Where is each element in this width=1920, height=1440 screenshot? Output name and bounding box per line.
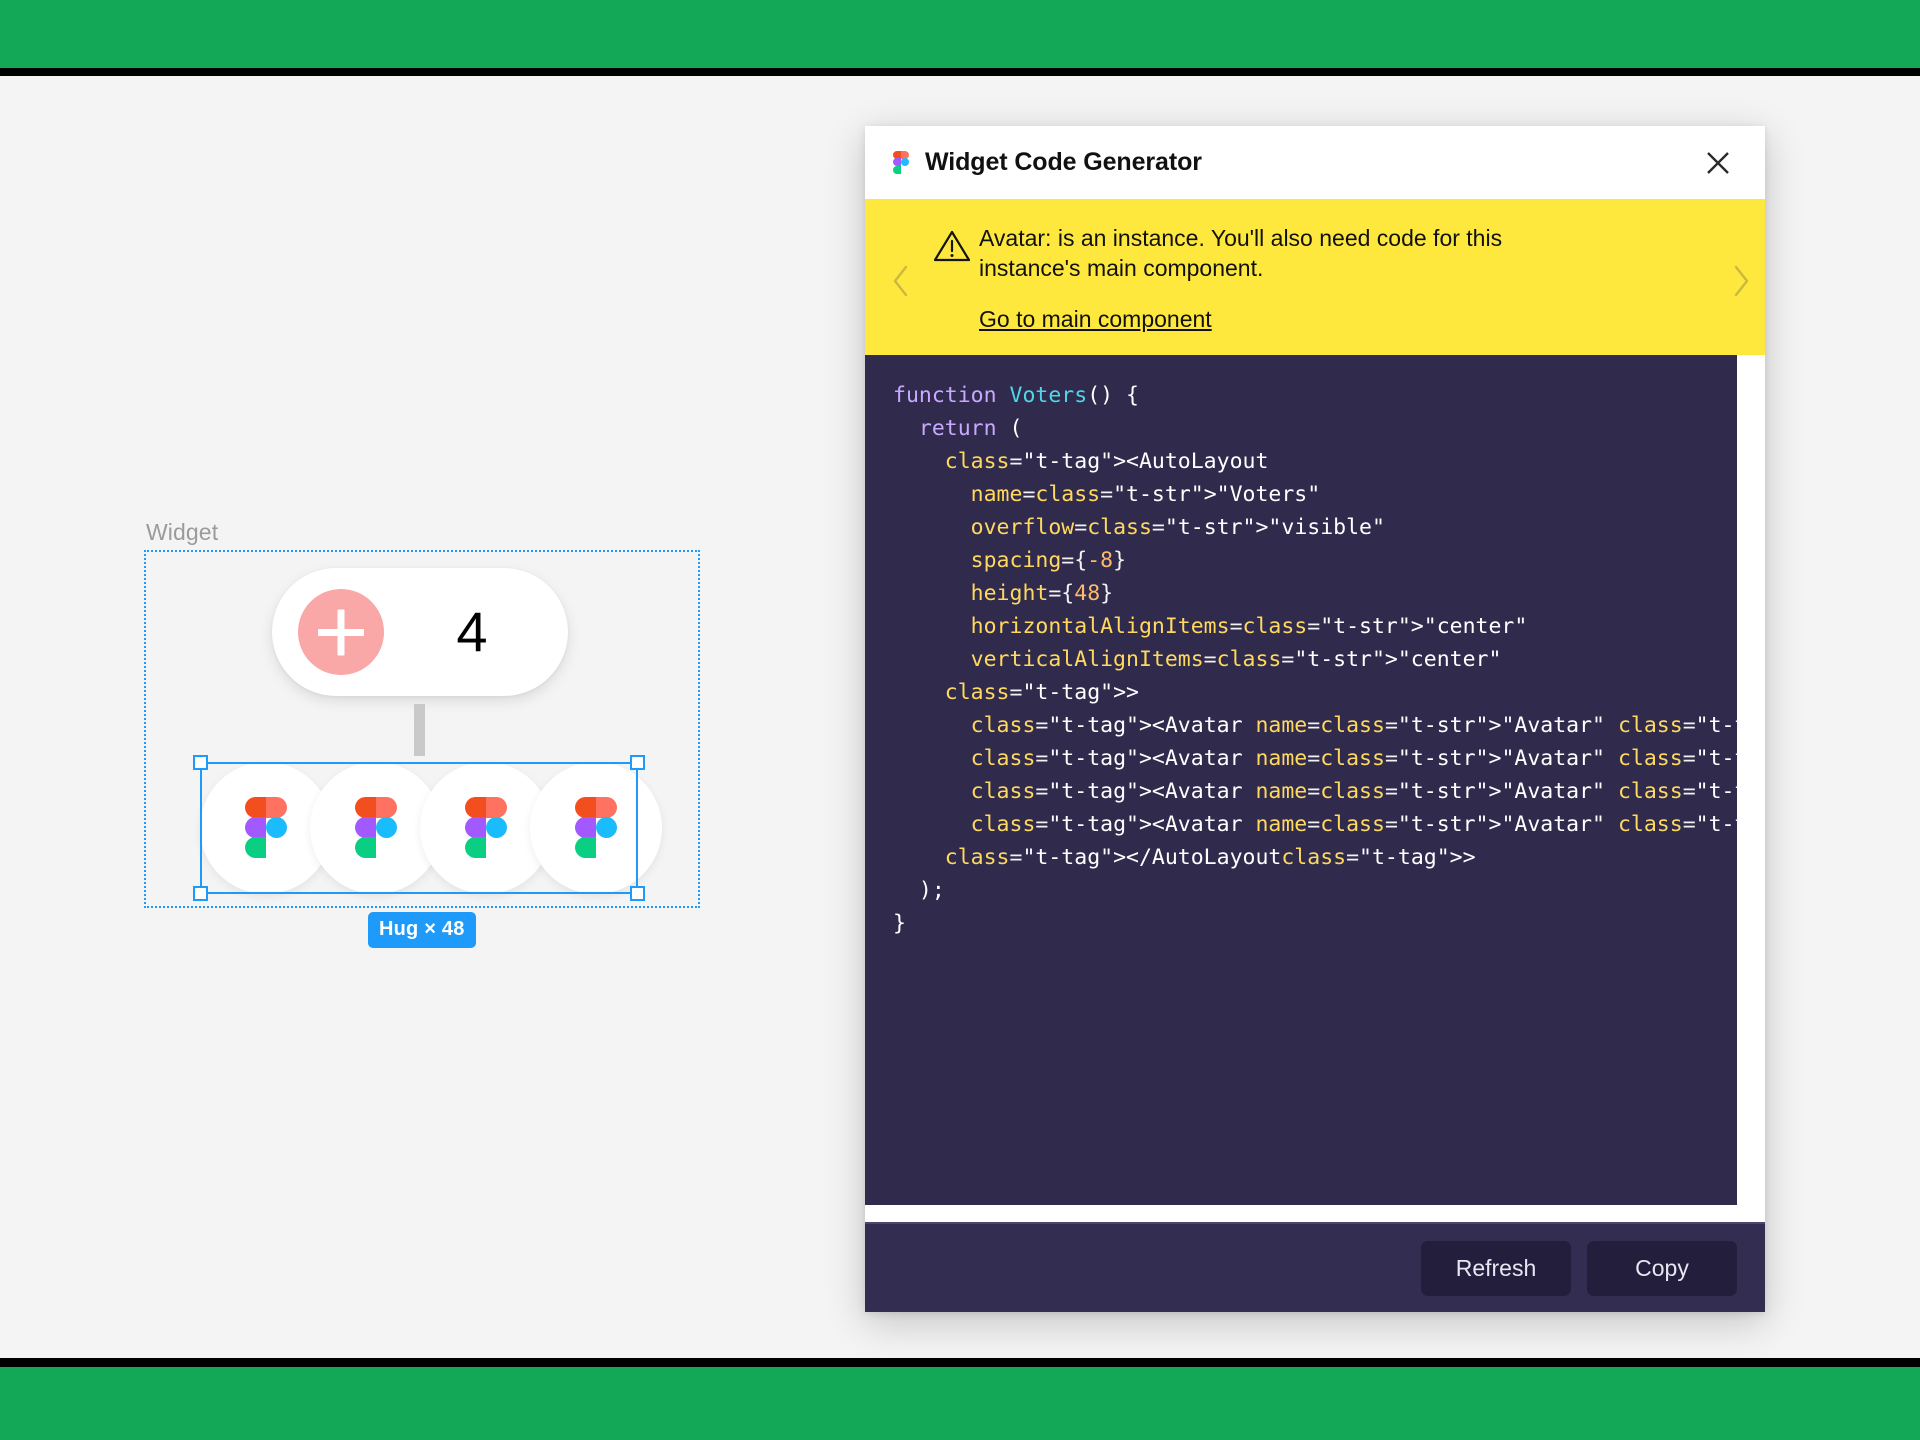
plugin-header: Widget Code Generator [865, 126, 1765, 199]
screen-band-bottom [0, 1367, 1920, 1440]
copy-button[interactable]: Copy [1587, 1240, 1737, 1296]
size-badge: Hug × 48 [368, 912, 476, 948]
warning-banner: Avatar: is an instance. You'll also need… [865, 199, 1765, 355]
screen-band-top [0, 0, 1920, 68]
resize-handle-bottom-left[interactable] [193, 886, 208, 901]
warning-triangle-icon [925, 223, 979, 263]
plugin-footer: Refresh Copy [865, 1222, 1765, 1312]
chevron-right-icon[interactable] [1717, 258, 1765, 298]
vote-pill[interactable]: 4 [272, 568, 568, 696]
go-to-main-component-link[interactable]: Go to main component [979, 306, 1212, 333]
screen-divider-top [0, 68, 1920, 76]
plus-icon[interactable] [298, 589, 384, 675]
figma-logo-icon [893, 150, 909, 175]
warning-body: Avatar: is an instance. You'll also need… [979, 223, 1717, 333]
resize-handle-bottom-right[interactable] [630, 886, 645, 901]
code-area: function Voters() { return ( class="t-ta… [865, 354, 1765, 1222]
screen-divider-bottom [0, 1358, 1920, 1367]
screen: Widget 4 Hug × 48 Widget Code Generator … [0, 0, 1920, 1440]
vote-count: 4 [456, 600, 488, 663]
widget-frame-label: Widget [146, 519, 219, 545]
selection-rectangle[interactable] [193, 755, 645, 901]
resize-handle-top-right[interactable] [630, 755, 645, 770]
resize-handle-top-left[interactable] [193, 755, 208, 770]
refresh-button[interactable]: Refresh [1421, 1240, 1571, 1296]
close-icon[interactable] [1697, 142, 1739, 184]
code-block[interactable]: function Voters() { return ( class="t-ta… [865, 354, 1737, 1205]
warning-message: Avatar: is an instance. You'll also need… [979, 225, 1503, 282]
code-content: function Voters() { return ( class="t-ta… [893, 382, 1737, 936]
plugin-title: Widget Code Generator [925, 148, 1202, 176]
chevron-left-icon[interactable] [877, 258, 925, 298]
connector-line [414, 704, 425, 756]
plugin-window: Widget Code Generator Avatar: is an inst… [865, 126, 1765, 1312]
